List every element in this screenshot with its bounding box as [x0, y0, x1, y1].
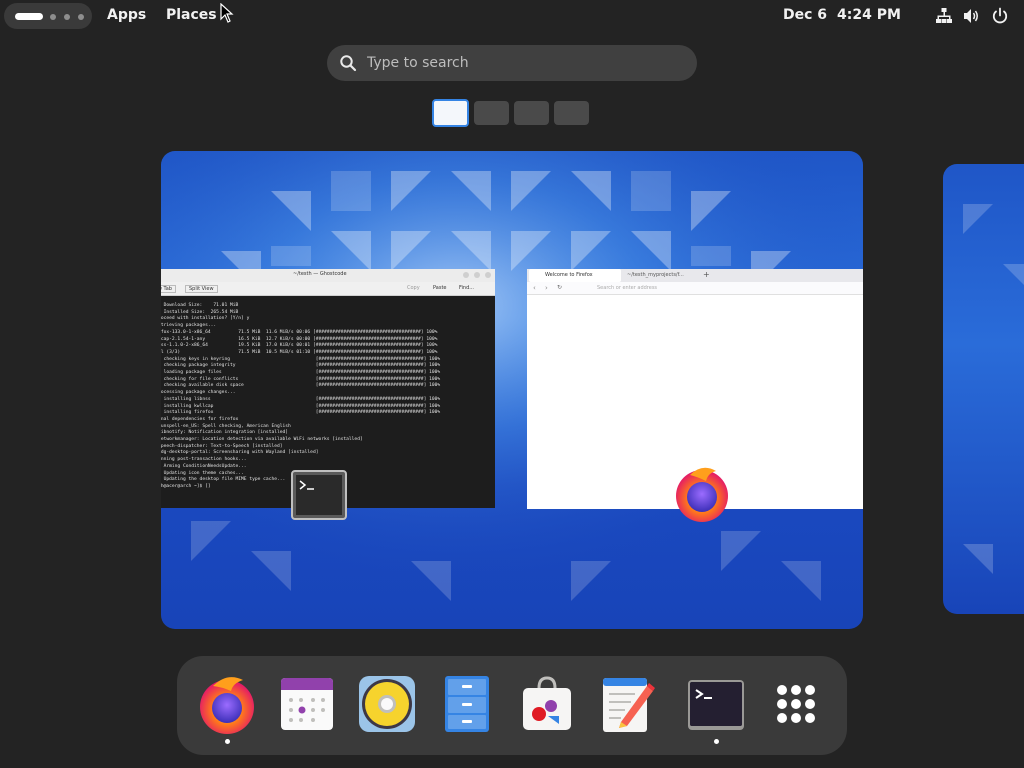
network-wired-icon[interactable] [935, 7, 953, 25]
calendar-icon[interactable] [275, 672, 339, 736]
firefox-icon[interactable] [195, 672, 259, 736]
new-tab-button[interactable]: New Tab [161, 285, 176, 293]
files-cabinet-icon[interactable] [435, 672, 499, 736]
close-icon[interactable] [485, 272, 491, 278]
address-bar[interactable]: Search or enter address [597, 285, 657, 291]
search-icon [340, 55, 357, 72]
mouse-cursor-icon [220, 3, 234, 23]
terminal-line: :: Processing package changes... [161, 390, 236, 396]
top-bar: Apps Places Dec 6 4:24 PM [0, 0, 1024, 32]
maximize-icon[interactable] [474, 272, 480, 278]
terminal-line: :: Running post-transaction hooks... [161, 457, 247, 463]
terminal-icon[interactable] [684, 672, 748, 736]
terminal-title: ~/testh — Ghostcode [293, 271, 347, 277]
firefox-tab2-title[interactable]: ~/testh_myprojects/f... [627, 272, 684, 278]
clock-date[interactable]: Dec 6 [783, 7, 827, 23]
terminal-line: libnss-1.1.0-2-x86_64 19.5 KiB 17.0 KiB/… [161, 343, 438, 349]
firefox-app-badge-icon [676, 467, 728, 522]
terminal-toolbar: New Tab Split View Copy Paste Find... [161, 282, 495, 296]
workspace-thumbnail-2[interactable] [474, 101, 509, 125]
copy-button[interactable]: Copy [407, 285, 420, 291]
terminal-app-badge-icon [291, 470, 347, 520]
workspace-indicator-dot [64, 14, 70, 20]
workspace-indicator-dot [50, 14, 56, 20]
wallpaper [963, 204, 1024, 574]
find-button[interactable]: Find... [459, 285, 474, 291]
reload-icon[interactable]: ↻ [557, 284, 562, 291]
terminal-line: (1/3) installing libnss [###############… [161, 396, 441, 402]
terminal-line: firefox-133.0-1-x86_64 71.5 MiB 11.6 MiB… [161, 329, 438, 335]
minimize-icon[interactable] [463, 272, 469, 278]
volume-icon[interactable] [962, 7, 980, 25]
firefox-tabbar: Welcome to Firefox ~/testh_myprojects/f.… [527, 269, 863, 282]
workspace-current[interactable]: ~/testh — Ghostcode New Tab Split View C… [161, 151, 863, 629]
clock-time[interactable]: 4:24 PM [837, 7, 901, 23]
apps-menu[interactable]: Apps [107, 7, 146, 23]
firefox-tab-title: Welcome to Firefox [545, 272, 593, 278]
forward-icon[interactable]: › [545, 284, 548, 292]
terminal-line: :: Retrieving packages... [161, 323, 217, 329]
places-menu[interactable]: Places [166, 7, 217, 23]
workspace-indicator-dot [78, 14, 84, 20]
text-editor-icon[interactable] [595, 672, 659, 736]
running-indicator [714, 739, 719, 744]
firefox-navbar: ‹ › ↻ Search or enter address [527, 282, 863, 295]
split-view-button[interactable]: Split View [185, 285, 218, 293]
power-icon[interactable] [991, 7, 1009, 25]
terminal-titlebar: ~/testh — Ghostcode [161, 269, 495, 282]
activities-button[interactable] [4, 3, 92, 29]
workspace-next-peek[interactable] [943, 164, 1024, 614]
terminal-line: (3/3) loading package files [###########… [161, 370, 441, 376]
paste-button[interactable]: Paste [433, 285, 447, 291]
dock [177, 656, 847, 755]
workspace-thumbnail-3[interactable] [514, 101, 549, 125]
new-tab-icon[interactable]: + [703, 270, 710, 279]
workspace-thumbnail-1[interactable] [432, 99, 469, 127]
running-indicator [225, 739, 230, 744]
workspace-thumbnail-4[interactable] [554, 101, 589, 125]
terminal-line: Total Download Size: 71.01 MiB [163, 303, 239, 308]
terminal-line: Total (3/3) 71.5 MiB 10.5 MiB/s 01:10 [#… [161, 349, 438, 355]
workspace-indicator-active [15, 13, 43, 20]
search-input[interactable] [367, 45, 687, 81]
software-store-icon[interactable] [515, 672, 579, 736]
back-icon[interactable]: ‹ [533, 284, 536, 292]
terminal-line: networkmanager: Location detection via a… [161, 437, 363, 443]
terminal-line: (3/3) installing firefox [##############… [161, 410, 441, 416]
search-bar[interactable] [327, 45, 697, 81]
terminal-line: Optional dependencies for firefox [161, 416, 239, 422]
speaker-music-icon[interactable] [355, 672, 419, 736]
show-apps-grid-icon[interactable] [764, 672, 828, 736]
